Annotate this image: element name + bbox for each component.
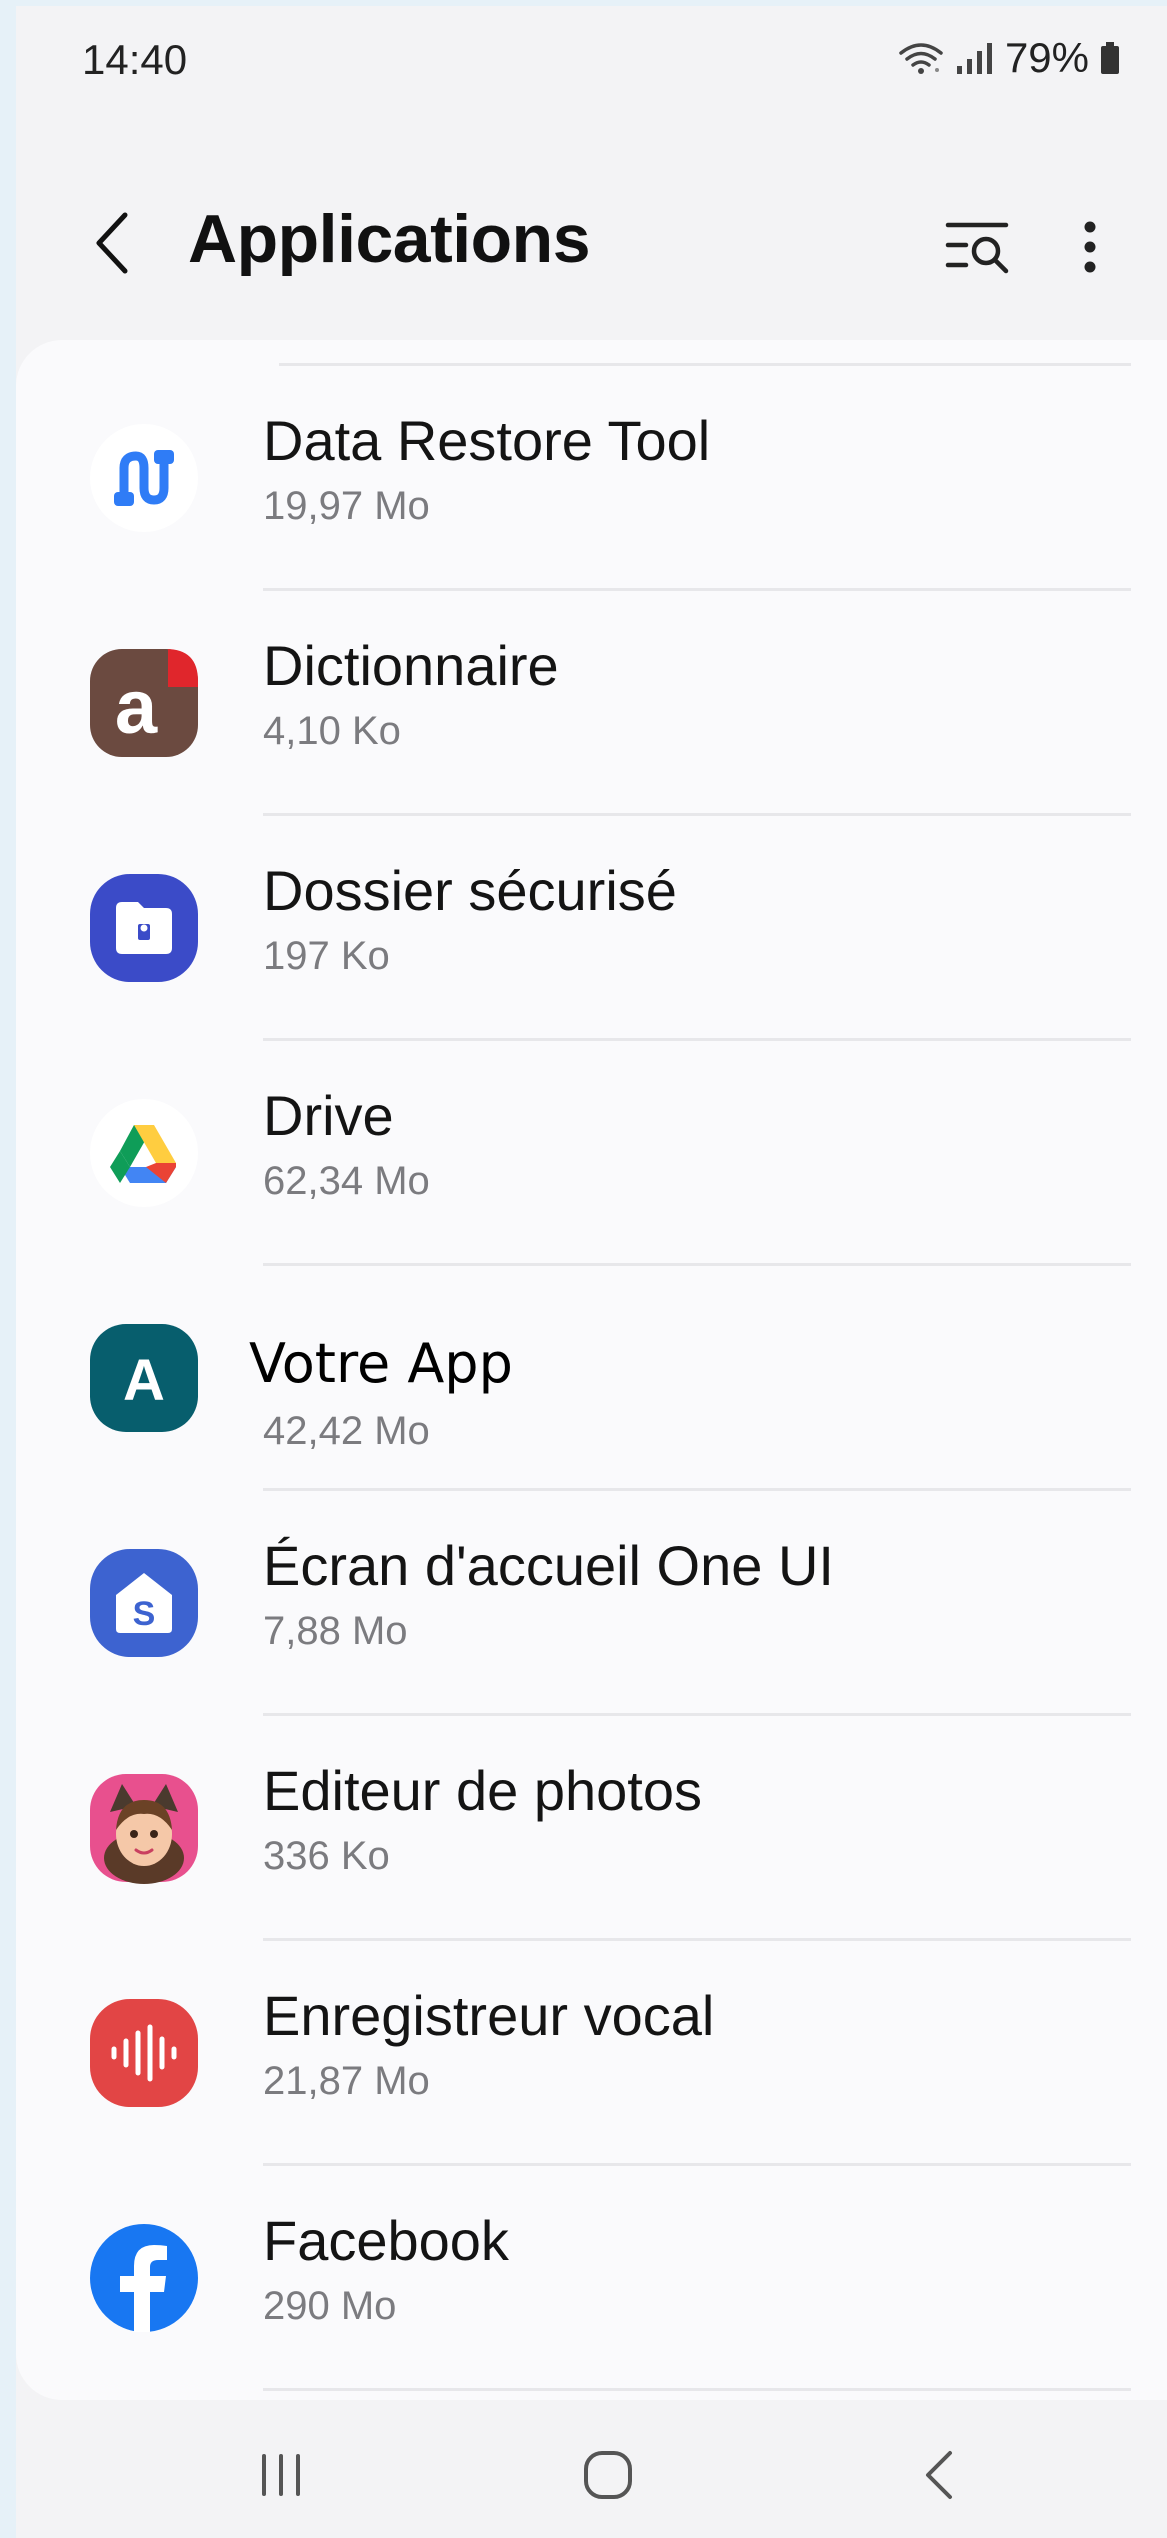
navigation-bar <box>0 2410 1167 2538</box>
filter-search-icon <box>945 222 1009 274</box>
app-bar: Applications <box>0 170 1167 320</box>
battery-icon <box>1101 42 1119 74</box>
status-indicators: 79% <box>897 34 1121 82</box>
drive-icon <box>88 1097 200 1209</box>
home-button[interactable] <box>563 2440 653 2510</box>
app-size: 42,42 Mo <box>263 1409 430 1453</box>
app-name: Enregistreur vocal <box>263 1984 715 2047</box>
signal-icon <box>956 43 992 74</box>
battery-percent: 79% <box>1004 34 1089 81</box>
app-name: Facebook <box>263 2209 509 2272</box>
wifi-icon <box>899 43 943 74</box>
app-name: Data Restore Tool <box>263 409 711 472</box>
votre-app-letter: A <box>123 1348 165 1413</box>
facebook-icon <box>88 2222 200 2334</box>
app-name: Écran d'accueil One UI <box>263 1534 834 1597</box>
home-icon <box>584 2451 632 2499</box>
app-item-dossier-securise[interactable]: Dossier sécurisé 197 Ko <box>16 816 1167 1041</box>
app-item-dictionnaire[interactable]: a Dictionnaire 4,10 Ko <box>16 591 1167 816</box>
secure-folder-icon <box>88 872 200 984</box>
app-name: Votre App <box>249 1332 513 1395</box>
app-name: Dossier sécurisé <box>263 859 677 922</box>
app-item-ecran-accueil-one-ui[interactable]: S Écran d'accueil One UI 7,88 Mo <box>16 1491 1167 1716</box>
screen-edge <box>0 0 16 2538</box>
app-list: Data Restore Tool 19,97 Mo a Dictionnair… <box>16 366 1167 2391</box>
voice-recorder-icon <box>88 1997 200 2109</box>
filter-search-button[interactable] <box>942 210 1016 284</box>
photo-editor-icon <box>88 1772 200 1884</box>
recent-apps-icon <box>262 2454 300 2496</box>
dictionary-letter: a <box>115 665 158 750</box>
app-size: 62,34 Mo <box>263 1159 430 1203</box>
app-size: 290 Mo <box>263 2284 397 2328</box>
app-size: 197 Ko <box>263 934 390 978</box>
one-ui-home-icon: S <box>88 1547 200 1659</box>
recent-apps-button[interactable] <box>236 2440 326 2510</box>
app-item-data-restore-tool[interactable]: Data Restore Tool 19,97 Mo <box>16 366 1167 591</box>
app-item-votre-app[interactable]: A Votre App 42,42 Mo <box>16 1266 1167 1491</box>
dictionary-icon: a <box>88 647 200 759</box>
app-size: 4,10 Ko <box>263 709 401 753</box>
votre-app-icon: A <box>88 1322 200 1434</box>
chevron-left-icon <box>96 212 128 274</box>
app-name: Editeur de photos <box>263 1759 702 1822</box>
back-button[interactable] <box>78 208 148 278</box>
app-size: 7,88 Mo <box>263 1609 408 1653</box>
app-item-facebook[interactable]: Facebook 290 Mo <box>16 2166 1167 2391</box>
nav-back-button[interactable] <box>894 2440 984 2510</box>
back-arrow-icon <box>926 2451 952 2499</box>
app-size: 21,87 Mo <box>263 2059 430 2103</box>
one-ui-letter: S <box>133 1595 156 1633</box>
data-restore-icon <box>88 422 200 534</box>
app-item-editeur-de-photos[interactable]: Editeur de photos 336 Ko <box>16 1716 1167 1941</box>
status-time: 14:40 <box>82 36 188 83</box>
app-item-enregistreur-vocal[interactable]: Enregistreur vocal 21,87 Mo <box>16 1941 1167 2166</box>
app-name: Dictionnaire <box>263 634 559 697</box>
app-size: 336 Ko <box>263 1834 390 1878</box>
app-name: Drive <box>263 1084 394 1147</box>
more-vertical-icon <box>1084 221 1096 273</box>
page-title: Applications <box>188 201 591 277</box>
app-list-card: Data Restore Tool 19,97 Mo a Dictionnair… <box>16 340 1167 2400</box>
app-item-drive[interactable]: Drive 62,34 Mo <box>16 1041 1167 1266</box>
list-divider <box>263 2388 1131 2391</box>
status-bar: 14:40 79% <box>0 0 1167 120</box>
more-options-button[interactable] <box>1070 210 1110 284</box>
app-size: 19,97 Mo <box>263 484 430 528</box>
